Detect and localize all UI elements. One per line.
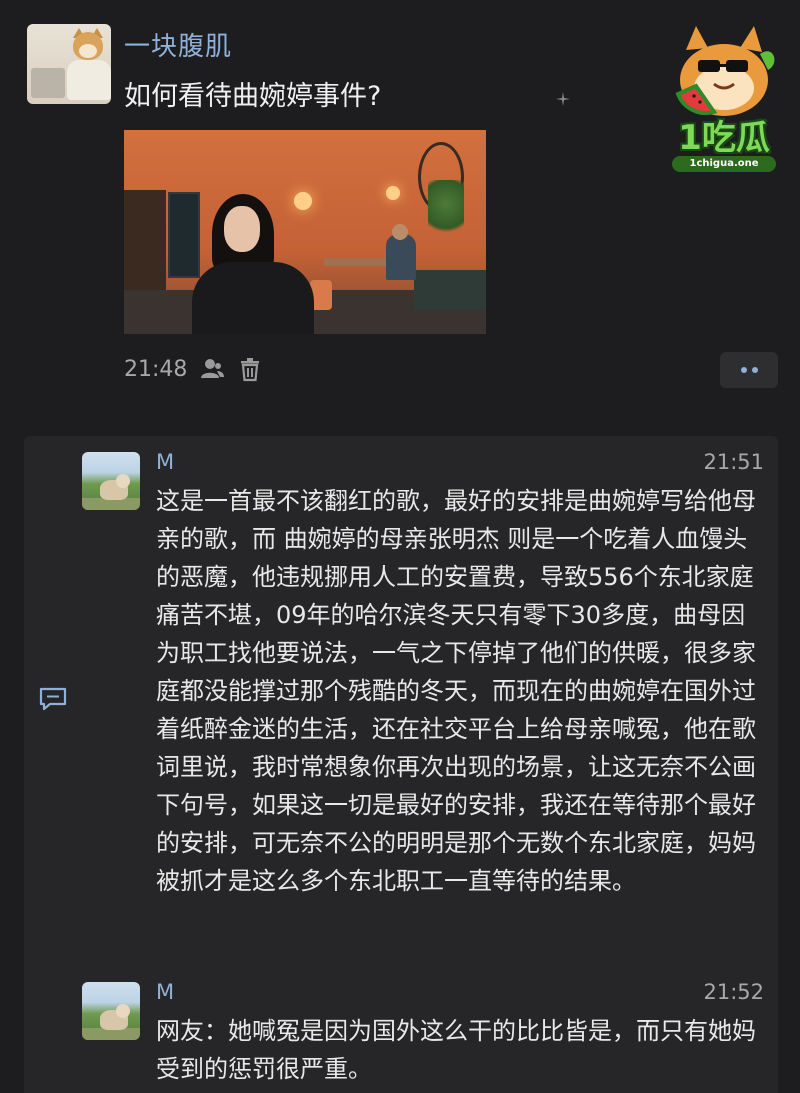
comment-icon[interactable] (38, 686, 68, 712)
post-image[interactable] (124, 130, 486, 334)
hamster-mascot-icon (675, 26, 775, 116)
comment-avatar[interactable] (82, 982, 140, 1040)
sparkle-icon (554, 90, 572, 108)
comment-avatar[interactable] (82, 452, 140, 510)
photo-fridge (168, 192, 200, 278)
user-icon[interactable] (199, 356, 225, 382)
post-meta: 21:48 (124, 356, 263, 382)
avatar-dog-face (79, 44, 97, 58)
photo-person-background (386, 234, 416, 280)
photo-woman-face (224, 206, 260, 252)
avatar-dog-body (67, 60, 111, 100)
trash-icon[interactable] (237, 356, 263, 382)
photo-lamp (386, 186, 400, 200)
photo-sofa (414, 270, 486, 310)
comment-time: 21:51 (703, 450, 764, 474)
comment-author[interactable]: M (156, 980, 174, 1004)
comment-item: M 21:51 这是一首最不该翻红的歌，最好的安排是曲婉婷写给他母亲的歌，而 曲… (82, 436, 772, 966)
comment-time: 21:52 (703, 980, 764, 1004)
logo-url: 1chigua.one (672, 156, 776, 172)
author-name[interactable]: 一块腹肌 (124, 26, 232, 63)
photo-lamp (294, 192, 312, 210)
author-avatar[interactable] (27, 24, 111, 104)
page: 一块腹肌 如何看待曲婉婷事件? 21:48 1吃瓜 1chigua.one M … (0, 0, 800, 1093)
more-icon (740, 367, 747, 373)
photo-plant (428, 180, 464, 240)
comment-text: 网友：她喊冤是因为国外这么干的比比皆是，而只有她妈受到的惩罚很严重。 (156, 1017, 756, 1083)
logo-text: 1吃瓜 (678, 118, 770, 158)
more-button[interactable] (720, 352, 778, 388)
photo-woman-body (192, 262, 314, 334)
avatar-laptop (31, 68, 65, 98)
more-icon (751, 367, 758, 373)
photo-table (324, 258, 394, 266)
comment-text: 这是一首最不该翻红的歌，最好的安排是曲婉婷写给他母亲的歌，而 曲婉婷的母亲张明杰… (156, 487, 756, 895)
post-title: 如何看待曲婉婷事件? (124, 81, 382, 112)
comments-panel: M 21:51 这是一首最不该翻红的歌，最好的安排是曲婉婷写给他母亲的歌，而 曲… (24, 436, 778, 1093)
avatar-dog-head (116, 1004, 130, 1018)
photo-person-head (392, 224, 408, 240)
comment-author[interactable]: M (156, 450, 174, 474)
post: 一块腹肌 如何看待曲婉婷事件? 21:48 1吃瓜 1chigua.one (0, 0, 800, 420)
comment-item: M 21:52 网友：她喊冤是因为国外这么干的比比皆是，而只有她妈受到的惩罚很严… (82, 966, 772, 1093)
avatar-dog-head (116, 474, 130, 488)
site-logo: 1吃瓜 1chigua.one (664, 24, 784, 172)
post-time: 21:48 (124, 356, 188, 382)
